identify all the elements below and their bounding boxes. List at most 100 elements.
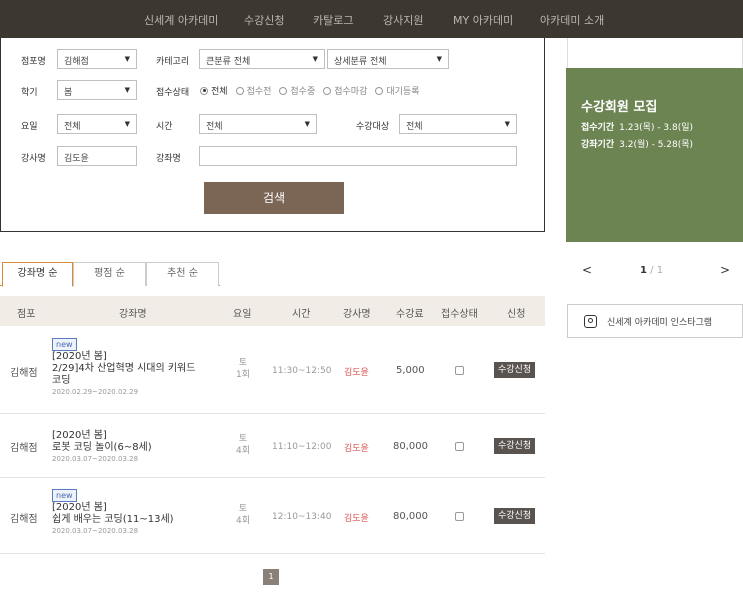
table-row: 김해점 new [2020년 봄] 쉽게 배우는 코딩(11~13세) 2020…: [0, 478, 545, 554]
nav-item-home[interactable]: 신세계 아카데미: [144, 12, 218, 28]
promo-top-strip: [567, 38, 743, 68]
day-label: 요일: [21, 122, 38, 132]
day-select-value: 전체: [64, 122, 81, 132]
term-select-value: 봄: [64, 88, 73, 98]
apply-button-label: 수강신청: [494, 362, 536, 378]
status-radio-label: 접수중: [290, 87, 316, 97]
radio-icon: [375, 86, 384, 95]
new-badge: new: [52, 489, 77, 502]
instagram-icon: [584, 314, 597, 328]
instructor-label: 강사명: [21, 154, 46, 164]
row-fee: 80,000: [393, 441, 428, 452]
row-time: 12:10~13:40: [272, 512, 332, 522]
target-select-value: 전체: [406, 122, 423, 132]
row-day: 토 1회: [236, 357, 250, 381]
promo-registration-value: 1.23(목) - 3.8(일): [619, 123, 694, 133]
banner-page-indicator: 1 / 1: [640, 265, 663, 276]
row-select-checkbox[interactable]: [455, 512, 464, 524]
branch-select[interactable]: 김해점 ▼: [57, 49, 137, 69]
tab-sort-rating[interactable]: 평점 순: [73, 262, 146, 286]
pagination-page-1[interactable]: 1: [263, 569, 279, 585]
course-title-link[interactable]: 2/29]4차 산업혁명 시대의 키워드: [52, 363, 195, 375]
row-day: 토 4회: [236, 503, 250, 527]
header-course: 강좌명: [119, 309, 147, 320]
header-time: 시간: [292, 309, 311, 320]
header-branch: 점포: [17, 309, 36, 320]
status-label: 접수상태: [156, 88, 190, 98]
row-instructor[interactable]: 김도윤: [344, 441, 369, 454]
nav-item-instructor-apply[interactable]: 강사지원: [383, 12, 423, 28]
row-sessions: 4회: [236, 516, 251, 526]
tab-sort-recommended[interactable]: 추천 순: [146, 262, 219, 286]
course-info: new [2020년 봄] 쉽게 배우는 코딩(11~13세) 2020.03.…: [52, 489, 174, 535]
course-title-cont[interactable]: 코딩: [52, 375, 195, 387]
row-branch: 김해점: [10, 514, 38, 525]
course-name-input[interactable]: [199, 146, 517, 166]
radio-icon: [279, 86, 288, 95]
checkbox-icon: [455, 512, 464, 521]
banner-page-current: 1: [640, 265, 647, 276]
category-main-value: 큰분류 전체: [206, 57, 251, 67]
time-select[interactable]: 전체 ▼: [199, 114, 317, 134]
nav-item-about[interactable]: 아카데미 소개: [540, 12, 604, 28]
term-select[interactable]: 봄 ▼: [57, 80, 137, 100]
checkbox-icon: [455, 442, 464, 451]
banner-next-button[interactable]: >: [720, 263, 730, 277]
row-apply-button[interactable]: 수강신청: [494, 438, 536, 454]
row-time: 11:10~12:00: [272, 442, 332, 452]
status-radio-closed[interactable]: 접수마감: [323, 84, 367, 97]
target-label: 수강대상: [356, 122, 390, 132]
row-instructor[interactable]: 김도윤: [344, 511, 369, 524]
header-status: 접수상태: [441, 309, 478, 320]
search-panel: 점포명 김해점 ▼ 카테고리 큰분류 전체 ▼ 상세분류 전체 ▼ 학기 봄 ▼…: [0, 38, 545, 232]
row-fee: 80,000: [393, 511, 428, 522]
term-label: 학기: [21, 88, 38, 98]
checkbox-icon: [455, 366, 464, 375]
row-select-checkbox[interactable]: [455, 442, 464, 454]
row-sessions: 4회: [236, 446, 251, 456]
category-sub-select[interactable]: 상세분류 전체 ▼: [327, 49, 449, 69]
chevron-down-icon: ▼: [124, 86, 130, 94]
target-select[interactable]: 전체 ▼: [399, 114, 517, 134]
category-main-select[interactable]: 큰분류 전체 ▼: [199, 49, 325, 69]
course-info: [2020년 봄] 로봇 코딩 놀이(6~8세) 2020.03.07~2020…: [52, 430, 152, 463]
row-apply-button[interactable]: 수강신청: [494, 508, 536, 524]
new-badge: new: [52, 338, 77, 351]
tab-sort-name[interactable]: 강좌명 순: [2, 262, 73, 287]
apply-button-label: 수강신청: [494, 508, 536, 524]
row-apply-button[interactable]: 수강신청: [494, 362, 536, 378]
row-time: 11:30~12:50: [272, 366, 332, 376]
status-radio-label: 대기등록: [386, 87, 420, 97]
row-day: 토 4회: [236, 433, 250, 457]
instagram-button[interactable]: 신세계 아카데미 인스타그램: [567, 304, 743, 338]
category-sub-value: 상세분류 전체: [334, 57, 387, 67]
course-title-link[interactable]: 로봇 코딩 놀이(6~8세): [52, 442, 152, 454]
search-button[interactable]: 검색: [204, 182, 344, 214]
status-radio-label: 접수전: [246, 87, 272, 97]
day-select[interactable]: 전체 ▼: [57, 114, 137, 134]
row-day-value: 토: [238, 504, 248, 514]
promo-banner[interactable]: 수강회원 모집 접수기간 1.23(목) - 3.8(일) 강좌기간 3.2(월) …: [566, 68, 743, 242]
promo-title: 수강회원 모집: [581, 100, 658, 115]
status-radio-open[interactable]: 접수중: [279, 84, 315, 97]
course-title-link[interactable]: 쉽게 배우는 코딩(11~13세): [52, 514, 174, 526]
radio-icon: [235, 86, 244, 95]
course-term: [2020년 봄]: [52, 502, 107, 513]
status-radio-waitlist[interactable]: 대기등록: [375, 84, 420, 97]
branch-select-value: 김해점: [64, 57, 89, 67]
top-nav: 신세계 아카데미 수강신청 카탈로그 강사지원 MY 아카데미 아카데미 소개: [0, 0, 743, 38]
status-radio-all[interactable]: 전체: [200, 84, 228, 97]
status-radio-before[interactable]: 접수전: [235, 84, 272, 97]
header-instructor: 강사명: [343, 309, 371, 320]
row-day-value: 토: [238, 358, 248, 368]
row-instructor[interactable]: 김도윤: [344, 365, 369, 378]
instructor-input[interactable]: 김도윤: [57, 146, 137, 166]
nav-item-catalog[interactable]: 카탈로그: [313, 12, 353, 28]
banner-prev-button[interactable]: <: [582, 263, 592, 277]
nav-item-registration[interactable]: 수강신청: [244, 12, 284, 28]
nav-item-my-academy[interactable]: MY 아카데미: [453, 12, 513, 28]
table-row: 김해점 new [2020년 봄] 2/29]4차 산업혁명 시대의 키워드 코…: [0, 326, 545, 414]
radio-icon: [323, 86, 332, 95]
row-select-checkbox[interactable]: [455, 366, 464, 378]
course-term: [2020년 봄]: [52, 351, 107, 362]
